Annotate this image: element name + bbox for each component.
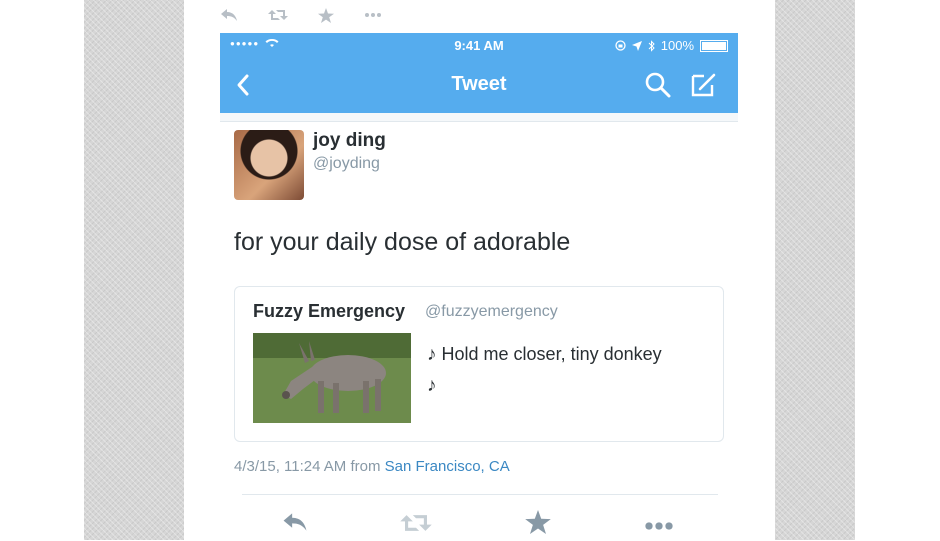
avatar[interactable] (234, 130, 304, 200)
background-texture-right (775, 0, 855, 540)
music-note-icon-2: ♪ (427, 375, 437, 396)
battery-icon (700, 39, 728, 52)
quoted-tweet-text: ♪ Hold me closer, tiny donkey ♪ (427, 339, 707, 401)
phone-screen: ●●●●● 9:41 AM 100% Tweet joy ding @joydi… (220, 33, 738, 541)
reply-icon[interactable] (220, 8, 238, 22)
page-margin-right (855, 0, 940, 540)
tweet-actions (282, 508, 682, 538)
tweet-card: joy ding @joyding for your daily dose of… (220, 121, 738, 541)
location-arrow-icon (631, 40, 642, 51)
search-icon[interactable] (644, 71, 672, 99)
reply-icon[interactable] (282, 512, 308, 537)
page-margin-left (0, 0, 84, 540)
compose-icon[interactable] (690, 71, 718, 99)
donkey-photo[interactable] (253, 333, 411, 423)
retweet-icon[interactable] (400, 512, 432, 539)
background-texture-left (84, 0, 184, 540)
divider (242, 494, 718, 495)
status-right: 100% (615, 38, 728, 53)
favorite-icon[interactable] (318, 7, 334, 23)
lock-rotation-icon (615, 40, 626, 51)
previous-tweet-actions (220, 4, 382, 26)
status-bar: ●●●●● 9:41 AM 100% (220, 33, 738, 57)
quoted-author-name: Fuzzy Emergency (253, 301, 406, 321)
tweet-text: for your daily dose of adorable (234, 228, 571, 256)
retweet-icon[interactable] (268, 8, 288, 22)
timestamp-text: 4/3/15, 11:24 AM from (234, 458, 381, 475)
navigation-bar: Tweet (220, 57, 738, 113)
quoted-author-handle: @fuzzyemergency (425, 303, 558, 320)
author-handle[interactable]: @joyding (313, 155, 380, 173)
donkey-photo-illustration (253, 333, 411, 423)
tweet-timestamp: 4/3/15, 11:24 AM from San Francisco, CA (234, 458, 510, 475)
quoted-text-line: Hold me closer, tiny donkey (441, 344, 662, 364)
location-link[interactable]: San Francisco, CA (385, 458, 510, 475)
bluetooth-icon (648, 39, 655, 52)
author-name[interactable]: joy ding (313, 130, 386, 152)
favorite-icon[interactable] (525, 510, 551, 539)
more-icon[interactable] (644, 518, 674, 536)
more-icon[interactable] (364, 12, 382, 18)
quoted-tweet[interactable]: Fuzzy Emergency @fuzzyemergency ♪ Hold m… (234, 286, 724, 442)
music-note-icon: ♪ (427, 344, 437, 365)
battery-percent: 100% (660, 38, 694, 53)
